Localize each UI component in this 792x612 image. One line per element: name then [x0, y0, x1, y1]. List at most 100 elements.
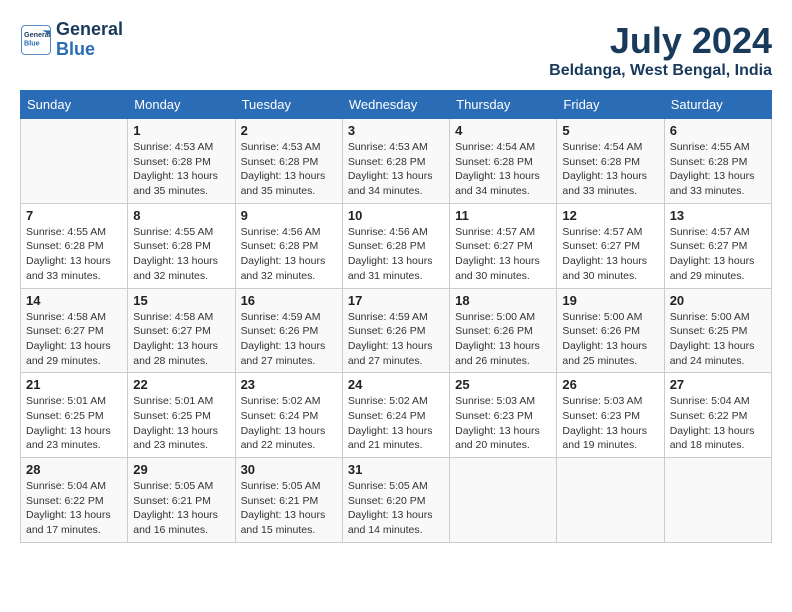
day-number: 4: [455, 123, 551, 138]
logo-line1: General: [56, 19, 123, 39]
calendar-cell: 23 Sunrise: 5:02 AM Sunset: 6:24 PM Dayli…: [235, 373, 342, 458]
column-header-tuesday: Tuesday: [235, 91, 342, 119]
day-info: Sunrise: 4:54 AM Sunset: 6:28 PM Dayligh…: [562, 140, 658, 199]
day-info: Sunrise: 4:56 AM Sunset: 6:28 PM Dayligh…: [241, 225, 337, 284]
logo-text: General Blue: [56, 20, 123, 60]
logo-line2: Blue: [56, 39, 95, 59]
calendar-cell: [450, 458, 557, 543]
day-number: 13: [670, 208, 766, 223]
calendar-cell: 10 Sunrise: 4:56 AM Sunset: 6:28 PM Dayli…: [342, 203, 449, 288]
calendar-cell: 29 Sunrise: 5:05 AM Sunset: 6:21 PM Dayli…: [128, 458, 235, 543]
calendar-cell: [21, 119, 128, 204]
day-info: Sunrise: 5:05 AM Sunset: 6:21 PM Dayligh…: [133, 479, 229, 538]
day-info: Sunrise: 4:53 AM Sunset: 6:28 PM Dayligh…: [133, 140, 229, 199]
day-info: Sunrise: 5:03 AM Sunset: 6:23 PM Dayligh…: [455, 394, 551, 453]
calendar-cell: [664, 458, 771, 543]
day-number: 23: [241, 377, 337, 392]
calendar-cell: 28 Sunrise: 5:04 AM Sunset: 6:22 PM Dayli…: [21, 458, 128, 543]
day-number: 11: [455, 208, 551, 223]
day-info: Sunrise: 5:01 AM Sunset: 6:25 PM Dayligh…: [26, 394, 122, 453]
column-header-wednesday: Wednesday: [342, 91, 449, 119]
day-number: 21: [26, 377, 122, 392]
day-info: Sunrise: 4:55 AM Sunset: 6:28 PM Dayligh…: [26, 225, 122, 284]
day-number: 7: [26, 208, 122, 223]
calendar-cell: 17 Sunrise: 4:59 AM Sunset: 6:26 PM Dayli…: [342, 288, 449, 373]
day-number: 10: [348, 208, 444, 223]
title-block: July 2024 Beldanga, West Bengal, India: [549, 20, 772, 80]
day-info: Sunrise: 4:57 AM Sunset: 6:27 PM Dayligh…: [455, 225, 551, 284]
day-info: Sunrise: 4:53 AM Sunset: 6:28 PM Dayligh…: [348, 140, 444, 199]
page-subtitle: Beldanga, West Bengal, India: [549, 62, 772, 80]
day-info: Sunrise: 4:59 AM Sunset: 6:26 PM Dayligh…: [348, 310, 444, 369]
calendar-cell: 13Sunrise: 4:57 AM Sunset: 6:27 PM Dayli…: [664, 203, 771, 288]
logo: General Blue General Blue: [20, 20, 123, 60]
calendar-cell: 15Sunrise: 4:58 AM Sunset: 6:27 PM Dayli…: [128, 288, 235, 373]
day-number: 1: [133, 123, 229, 138]
day-number: 26: [562, 377, 658, 392]
day-number: 18: [455, 293, 551, 308]
day-info: Sunrise: 5:00 AM Sunset: 6:25 PM Dayligh…: [670, 310, 766, 369]
calendar-cell: 4Sunrise: 4:54 AM Sunset: 6:28 PM Daylig…: [450, 119, 557, 204]
day-info: Sunrise: 4:56 AM Sunset: 6:28 PM Dayligh…: [348, 225, 444, 284]
day-number: 12: [562, 208, 658, 223]
day-number: 27: [670, 377, 766, 392]
day-info: Sunrise: 4:55 AM Sunset: 6:28 PM Dayligh…: [670, 140, 766, 199]
day-info: Sunrise: 4:57 AM Sunset: 6:27 PM Dayligh…: [562, 225, 658, 284]
calendar-cell: 11 Sunrise: 4:57 AM Sunset: 6:27 PM Dayli…: [450, 203, 557, 288]
calendar-cell: 6 Sunrise: 4:55 AM Sunset: 6:28 PM Daylig…: [664, 119, 771, 204]
calendar-cell: 27 Sunrise: 5:04 AM Sunset: 6:22 PM Dayli…: [664, 373, 771, 458]
day-info: Sunrise: 5:04 AM Sunset: 6:22 PM Dayligh…: [26, 479, 122, 538]
day-info: Sunrise: 5:04 AM Sunset: 6:22 PM Dayligh…: [670, 394, 766, 453]
calendar-cell: [557, 458, 664, 543]
svg-text:Blue: Blue: [24, 38, 40, 47]
day-number: 29: [133, 462, 229, 477]
calendar-cell: 2 Sunrise: 4:53 AM Sunset: 6:28 PM Daylig…: [235, 119, 342, 204]
calendar-cell: 25 Sunrise: 5:03 AM Sunset: 6:23 PM Dayli…: [450, 373, 557, 458]
day-number: 16: [241, 293, 337, 308]
day-number: 6: [670, 123, 766, 138]
day-number: 3: [348, 123, 444, 138]
day-number: 22: [133, 377, 229, 392]
day-number: 9: [241, 208, 337, 223]
day-number: 20: [670, 293, 766, 308]
page-title: July 2024: [549, 20, 772, 62]
logo-icon: General Blue: [20, 24, 52, 56]
day-number: 5: [562, 123, 658, 138]
calendar-cell: 3 Sunrise: 4:53 AM Sunset: 6:28 PM Daylig…: [342, 119, 449, 204]
day-info: Sunrise: 5:02 AM Sunset: 6:24 PM Dayligh…: [348, 394, 444, 453]
calendar-cell: 5 Sunrise: 4:54 AM Sunset: 6:28 PM Daylig…: [557, 119, 664, 204]
column-header-monday: Monday: [128, 91, 235, 119]
day-number: 31: [348, 462, 444, 477]
calendar-cell: 8 Sunrise: 4:55 AM Sunset: 6:28 PM Daylig…: [128, 203, 235, 288]
day-info: Sunrise: 5:00 AM Sunset: 6:26 PM Dayligh…: [455, 310, 551, 369]
day-info: Sunrise: 5:03 AM Sunset: 6:23 PM Dayligh…: [562, 394, 658, 453]
day-info: Sunrise: 5:05 AM Sunset: 6:20 PM Dayligh…: [348, 479, 444, 538]
day-number: 19: [562, 293, 658, 308]
day-info: Sunrise: 5:01 AM Sunset: 6:25 PM Dayligh…: [133, 394, 229, 453]
calendar-cell: 18 Sunrise: 5:00 AM Sunset: 6:26 PM Dayli…: [450, 288, 557, 373]
calendar-cell: 1 Sunrise: 4:53 AM Sunset: 6:28 PM Daylig…: [128, 119, 235, 204]
day-info: Sunrise: 4:58 AM Sunset: 6:27 PM Dayligh…: [26, 310, 122, 369]
column-header-saturday: Saturday: [664, 91, 771, 119]
calendar-cell: 21 Sunrise: 5:01 AM Sunset: 6:25 PM Dayli…: [21, 373, 128, 458]
column-header-thursday: Thursday: [450, 91, 557, 119]
calendar-cell: 20 Sunrise: 5:00 AM Sunset: 6:25 PM Dayli…: [664, 288, 771, 373]
day-number: 14: [26, 293, 122, 308]
calendar-cell: 24 Sunrise: 5:02 AM Sunset: 6:24 PM Dayli…: [342, 373, 449, 458]
day-number: 17: [348, 293, 444, 308]
calendar-cell: 16Sunrise: 4:59 AM Sunset: 6:26 PM Dayli…: [235, 288, 342, 373]
day-info: Sunrise: 5:02 AM Sunset: 6:24 PM Dayligh…: [241, 394, 337, 453]
day-number: 24: [348, 377, 444, 392]
header: General Blue General Blue July 2024 Beld…: [20, 20, 772, 80]
day-info: Sunrise: 4:53 AM Sunset: 6:28 PM Dayligh…: [241, 140, 337, 199]
day-number: 28: [26, 462, 122, 477]
day-number: 8: [133, 208, 229, 223]
day-info: Sunrise: 5:05 AM Sunset: 6:21 PM Dayligh…: [241, 479, 337, 538]
day-info: Sunrise: 4:55 AM Sunset: 6:28 PM Dayligh…: [133, 225, 229, 284]
calendar-table: SundayMondayTuesdayWednesdayThursdayFrid…: [20, 90, 772, 543]
day-number: 2: [241, 123, 337, 138]
calendar-cell: 22 Sunrise: 5:01 AM Sunset: 6:25 PM Dayli…: [128, 373, 235, 458]
calendar-cell: 12 Sunrise: 4:57 AM Sunset: 6:27 PM Dayli…: [557, 203, 664, 288]
column-header-sunday: Sunday: [21, 91, 128, 119]
day-number: 25: [455, 377, 551, 392]
